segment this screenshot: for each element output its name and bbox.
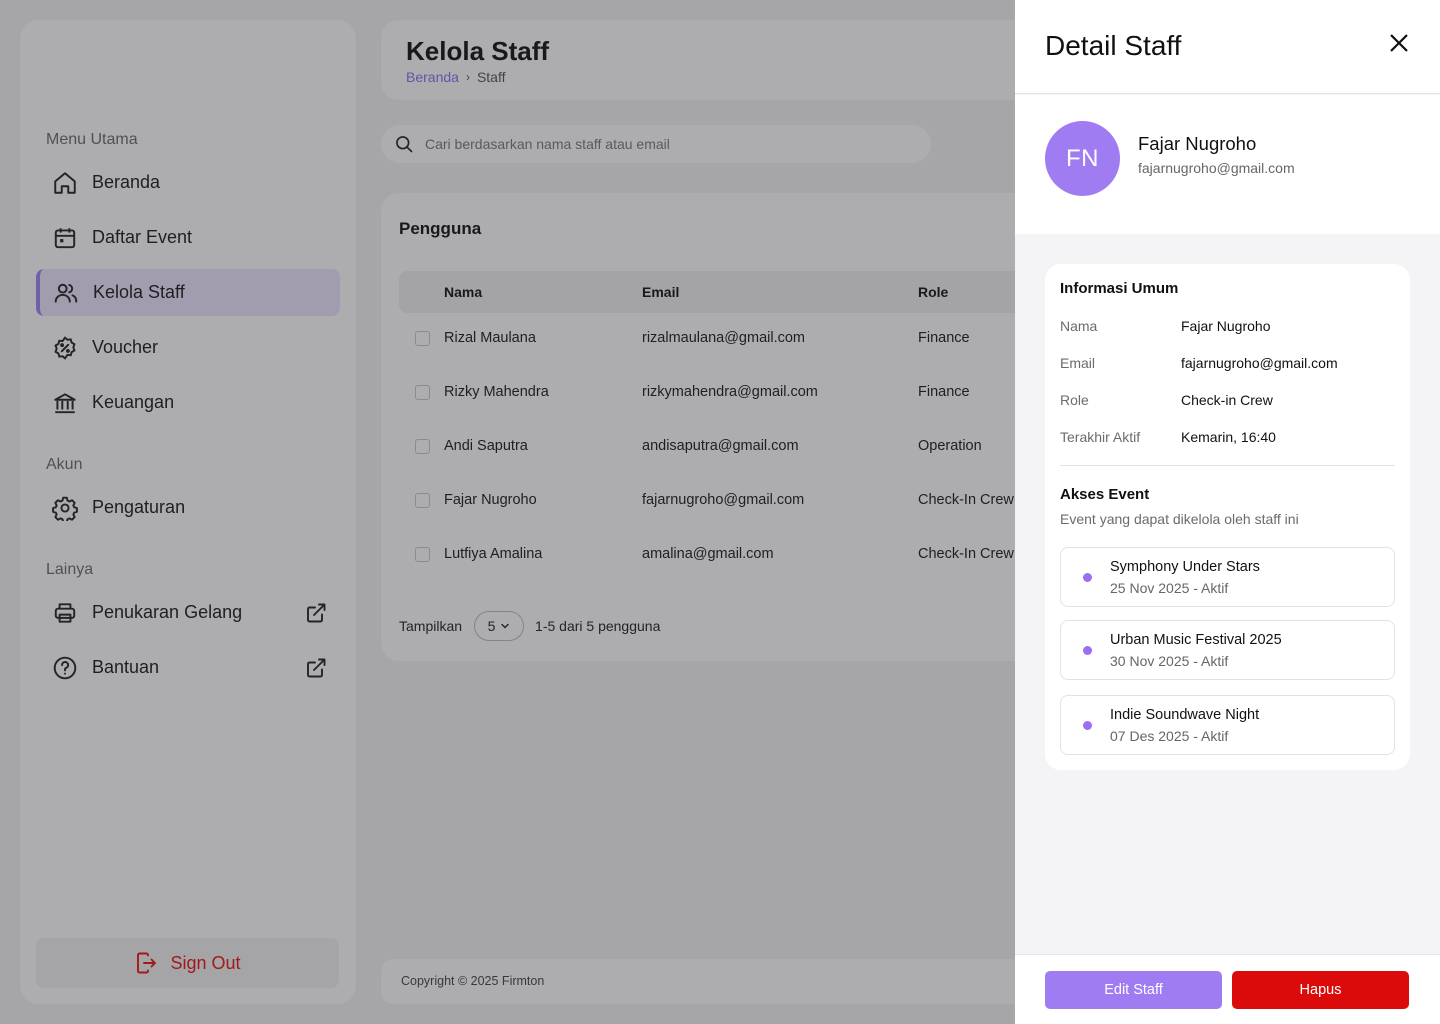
status-dot: [1083, 646, 1092, 655]
profile-name: Fajar Nugroho: [1138, 133, 1257, 154]
event-access-subtitle: Event yang dapat dikelola oleh staff ini: [1060, 511, 1299, 527]
info-value: Check-in Crew: [1181, 392, 1273, 408]
info-key: Email: [1060, 355, 1096, 371]
event-date-status: 30 Nov 2025 - Aktif: [1110, 653, 1229, 669]
general-info-title: Informasi Umum: [1060, 280, 1179, 297]
drawer-footer: Edit Staff Hapus: [1015, 954, 1440, 1024]
info-value: fajarnugroho@gmail.com: [1181, 355, 1338, 371]
event-name: Urban Music Festival 2025: [1110, 632, 1282, 648]
general-info-card: Informasi Umum Nama Fajar Nugroho Email …: [1045, 264, 1410, 770]
event-name: Indie Soundwave Night: [1110, 707, 1260, 723]
divider: [1060, 465, 1395, 466]
drawer-header: Detail Staff: [1015, 0, 1440, 94]
event-date-status: 25 Nov 2025 - Aktif: [1110, 580, 1229, 596]
edit-staff-button[interactable]: Edit Staff: [1045, 971, 1222, 1009]
info-value: Fajar Nugroho: [1181, 318, 1271, 334]
info-key: Role: [1060, 392, 1089, 408]
event-date-status: 07 Des 2025 - Aktif: [1110, 728, 1229, 744]
info-key: Terakhir Aktif: [1060, 429, 1141, 445]
event-name: Symphony Under Stars: [1110, 559, 1260, 575]
info-value: Kemarin, 16:40: [1181, 429, 1276, 445]
event-access-title: Akses Event: [1060, 486, 1150, 503]
drawer-title: Detail Staff: [1045, 30, 1182, 61]
info-key: Nama: [1060, 318, 1098, 334]
delete-staff-button[interactable]: Hapus: [1232, 971, 1409, 1009]
status-dot: [1083, 573, 1092, 582]
avatar: FN: [1045, 121, 1120, 196]
close-icon[interactable]: [1388, 32, 1410, 54]
event-access-item[interactable]: Symphony Under Stars 25 Nov 2025 - Aktif: [1060, 547, 1395, 607]
event-access-item[interactable]: Indie Soundwave Night 07 Des 2025 - Akti…: [1060, 695, 1395, 755]
status-dot: [1083, 721, 1092, 730]
staff-detail-drawer: Detail Staff FN Fajar Nugroho fajarnugro…: [1015, 0, 1440, 1024]
staff-profile: FN Fajar Nugroho fajarnugroho@gmail.com: [1015, 95, 1440, 234]
profile-email: fajarnugroho@gmail.com: [1138, 160, 1295, 176]
event-access-item[interactable]: Urban Music Festival 2025 30 Nov 2025 - …: [1060, 620, 1395, 680]
